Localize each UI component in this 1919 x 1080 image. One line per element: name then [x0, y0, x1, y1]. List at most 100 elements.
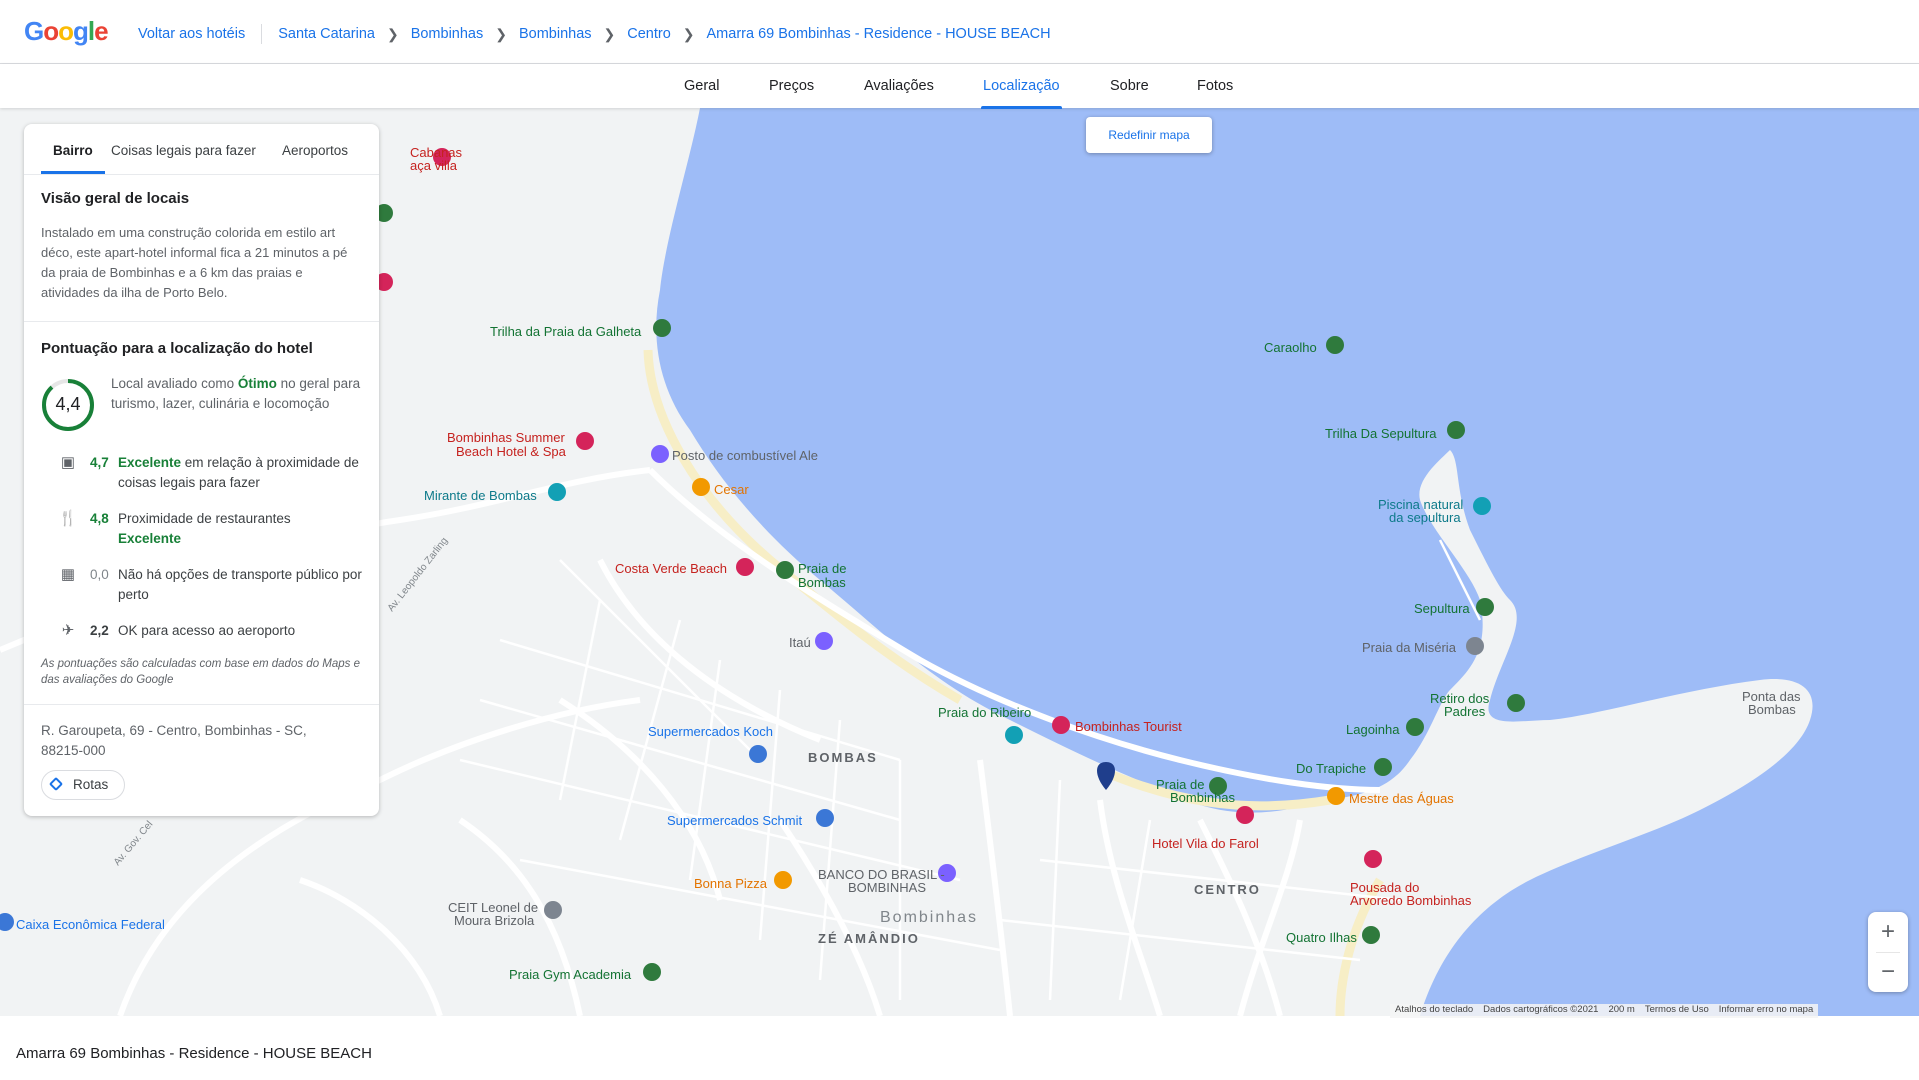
- tab-precos[interactable]: Preços: [769, 78, 814, 94]
- tab-fotos[interactable]: Fotos: [1197, 78, 1233, 94]
- svg-text:Praia de: Praia de: [798, 561, 846, 576]
- bus-icon: ▦: [60, 566, 76, 583]
- zoom-out-button[interactable]: −: [1868, 952, 1908, 992]
- svg-text:Lagoinha: Lagoinha: [1346, 722, 1400, 737]
- chevron-right-icon: ❯: [603, 25, 616, 42]
- svg-text:Bombinhas Summer: Bombinhas Summer: [447, 430, 565, 445]
- reset-map-button[interactable]: Redefinir mapa: [1086, 117, 1212, 153]
- tab-sobre[interactable]: Sobre: [1110, 78, 1149, 94]
- camera-icon: ▣: [60, 454, 76, 471]
- svg-text:Praia do Ribeiro: Praia do Ribeiro: [938, 705, 1031, 720]
- breadcrumb-item[interactable]: Santa Catarina: [278, 26, 375, 42]
- score-text: Excelente em relação à proximidade de co…: [118, 455, 359, 490]
- svg-text:BOMBINHAS: BOMBINHAS: [848, 880, 926, 895]
- svg-text:Bonna Pizza: Bonna Pizza: [694, 876, 768, 891]
- chevron-right-icon: ❯: [495, 25, 507, 42]
- tab-things-to-do[interactable]: Coisas legais para fazer: [111, 143, 256, 158]
- tab-avaliacoes[interactable]: Avaliações: [864, 78, 934, 94]
- svg-text:Costa Verde Beach: Costa Verde Beach: [615, 561, 727, 576]
- svg-text:Supermercados Koch: Supermercados Koch: [648, 724, 773, 739]
- svg-text:da sepultura: da sepultura: [1389, 510, 1461, 525]
- map-attribution: Atalhos do teclado Dados cartográficos ©…: [1390, 1004, 1819, 1018]
- keyboard-shortcuts-link[interactable]: Atalhos do teclado: [1390, 1004, 1478, 1018]
- svg-text:Hotel Vila do Farol: Hotel Vila do Farol: [1152, 836, 1259, 851]
- breadcrumb-item-current[interactable]: Amarra 69 Bombinhas - Residence - HOUSE …: [707, 26, 1051, 42]
- svg-text:Praia da Miséria: Praia da Miséria: [1362, 640, 1457, 655]
- breadcrumb-item[interactable]: Bombinhas: [519, 26, 592, 42]
- overall-score: 4,4: [55, 394, 81, 414]
- terms-link[interactable]: Termos de Uso: [1640, 1004, 1714, 1018]
- airplane-icon: ✈: [61, 622, 75, 639]
- svg-text:Caixa Econômica Federal: Caixa Econômica Federal: [16, 917, 165, 932]
- score-title: Pontuação para a localização do hotel: [41, 340, 313, 357]
- score-text: Não há opções de transporte público por …: [118, 567, 362, 602]
- svg-text:Mirante de Bombas: Mirante de Bombas: [424, 488, 537, 503]
- score-value: 2,2: [90, 623, 109, 638]
- breadcrumb-item[interactable]: Bombinhas: [411, 26, 484, 42]
- divider: [24, 321, 379, 322]
- svg-text:Trilha da Praia da Galheta: Trilha da Praia da Galheta: [490, 324, 642, 339]
- location-panel: Bairro Coisas legais para fazer Aeroport…: [24, 124, 379, 816]
- score-row-airport: ✈ 2,2 OK para acesso ao aeroporto: [41, 621, 371, 661]
- score-value: 4,7: [90, 455, 109, 470]
- score-value: 4,8: [90, 511, 109, 526]
- overall-score-text: Local avaliado como Ótimo no geral para …: [111, 376, 361, 411]
- hotel-title-footer: Amarra 69 Bombinhas - Residence - HOUSE …: [16, 1045, 372, 1062]
- svg-text:Quatro Ilhas: Quatro Ilhas: [1286, 930, 1357, 945]
- breadcrumb: Voltar aos hotéis Santa Catarina ❯ Bombi…: [138, 24, 1051, 44]
- svg-text:Caraolho: Caraolho: [1264, 340, 1317, 355]
- hotel-address: R. Garoupeta, 69 - Centro, Bombinhas - S…: [41, 723, 307, 758]
- svg-text:Sepultura: Sepultura: [1414, 601, 1470, 616]
- directions-button[interactable]: Rotas: [41, 770, 125, 800]
- svg-text:Bombinhas Tourist: Bombinhas Tourist: [1075, 719, 1182, 734]
- panel-tabs: Bairro Coisas legais para fazer Aeroport…: [24, 124, 379, 175]
- svg-text:Arvoredo Bombinhas: Arvoredo Bombinhas: [1350, 893, 1472, 908]
- svg-text:Bombas: Bombas: [1748, 702, 1796, 717]
- back-to-hotels-link[interactable]: Voltar aos hotéis: [138, 26, 245, 42]
- svg-text:Supermercados Schmit: Supermercados Schmit: [667, 813, 802, 828]
- zoom-control: + −: [1868, 912, 1908, 992]
- zoom-in-button[interactable]: +: [1868, 912, 1908, 952]
- restaurant-icon: 🍴: [58, 510, 78, 527]
- score-row-transit: ▦ 0,0 Não há opções de transporte públic…: [41, 565, 371, 605]
- svg-text:Praia Gym Academia: Praia Gym Academia: [509, 967, 632, 982]
- directions-label: Rotas: [73, 777, 109, 792]
- score-value: 0,0: [90, 567, 109, 582]
- divider: [261, 24, 263, 44]
- svg-text:ZÉ AMÂNDIO: ZÉ AMÂNDIO: [818, 931, 920, 946]
- svg-text:aça villa: aça villa: [410, 158, 458, 173]
- score-row-things-to-do: ▣ 4,7 Excelente em relação à proximidade…: [41, 453, 371, 493]
- svg-text:Moura Brizola: Moura Brizola: [454, 913, 535, 928]
- score-row-restaurants: 🍴 4,8 Proximidade de restaurantes Excelen…: [41, 509, 371, 549]
- score-text: OK para acesso ao aeroporto: [118, 623, 296, 638]
- svg-text:Bombinhas: Bombinhas: [880, 909, 978, 926]
- report-error-link[interactable]: Informar erro no mapa: [1714, 1004, 1819, 1018]
- top-bar: Google Voltar aos hotéis Santa Catarina …: [0, 0, 1919, 64]
- score-note: As pontuações são calculadas com base em…: [41, 658, 360, 686]
- breadcrumb-item[interactable]: Centro: [627, 26, 671, 42]
- tab-airports[interactable]: Aeroportos: [282, 143, 348, 158]
- map-data-text: Dados cartográficos ©2021: [1483, 1004, 1599, 1015]
- score-text: Proximidade de restaurantes Excelente: [118, 511, 291, 546]
- tab-geral[interactable]: Geral: [684, 78, 719, 94]
- svg-text:Mestre das Águas: Mestre das Águas: [1349, 791, 1454, 806]
- svg-text:CENTRO: CENTRO: [1194, 882, 1261, 897]
- svg-text:Posto de combustível Ale: Posto de combustível Ale: [672, 448, 818, 463]
- svg-text:Padres: Padres: [1444, 704, 1486, 719]
- overall-score-ring: 4,4: [41, 378, 95, 432]
- divider: [24, 704, 379, 705]
- scale-text[interactable]: 200 m: [1603, 1004, 1639, 1018]
- chevron-right-icon: ❯: [682, 25, 695, 42]
- chevron-right-icon: ❯: [386, 25, 399, 42]
- tab-localizacao[interactable]: Localização: [981, 78, 1062, 109]
- svg-text:Trilha Da Sepultura: Trilha Da Sepultura: [1325, 426, 1437, 441]
- svg-text:Beach Hotel & Spa: Beach Hotel & Spa: [456, 444, 567, 459]
- overview-title: Visão geral de locais: [41, 190, 190, 207]
- directions-icon: [48, 776, 64, 792]
- tab-bairro[interactable]: Bairro: [41, 143, 105, 174]
- hotel-tabs: Geral Preços Avaliações Localização Sobr…: [0, 64, 1919, 109]
- google-logo[interactable]: Google: [24, 16, 109, 47]
- svg-text:Cesar: Cesar: [714, 482, 749, 497]
- svg-text:Itaú: Itaú: [789, 635, 811, 650]
- overview-text: Instalado em uma construção colorida em …: [41, 225, 348, 300]
